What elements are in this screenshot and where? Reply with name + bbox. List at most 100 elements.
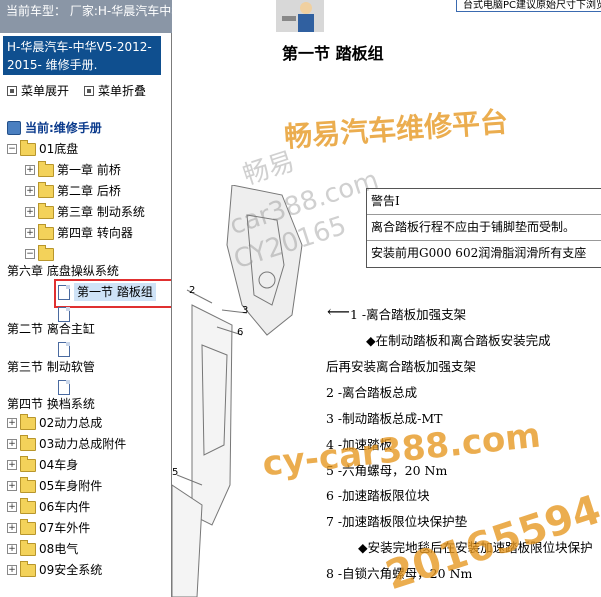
diagram-label-2: 2	[189, 285, 195, 296]
section-title: 第一节 踏板组	[282, 44, 384, 63]
tree-label: 第四节 换档系统	[7, 397, 95, 411]
collapse-label: 菜单折叠	[98, 84, 147, 98]
step-3: 3 -制动踏板总成-MT	[326, 411, 443, 426]
tree-item-04[interactable]: + 04车身	[7, 455, 79, 474]
expand-node-icon[interactable]: +	[25, 228, 35, 238]
top-banner: 台式电脑PC建议原始尺寸下浏览	[276, 0, 601, 32]
tree-label: 03动力总成附件	[39, 437, 127, 451]
tree-label: 01底盘	[39, 142, 79, 156]
collapse-node-icon[interactable]: −	[7, 144, 17, 154]
expand-node-icon[interactable]: +	[7, 418, 17, 428]
tree-label: 02动力总成	[39, 416, 103, 430]
step-2: 2 -离合踏板总成	[326, 385, 418, 400]
tree-label: 第三章 制动系统	[57, 205, 145, 219]
tree-item-03[interactable]: + 03动力总成附件	[7, 434, 127, 453]
back-arrow-icon[interactable]: ⟵	[327, 302, 350, 321]
tree-item-06[interactable]: + 06车内件	[7, 497, 91, 516]
diagram-label-3: 3	[242, 305, 248, 316]
warning-box: 警告I 离合踏板行程不应由于铺脚垫而受制。 安装前用G000 602润滑脂润滑所…	[366, 188, 601, 268]
expand-node-icon[interactable]: +	[7, 502, 17, 512]
tree-label: 第六章 底盘操纵系统	[7, 264, 119, 278]
expand-node-icon[interactable]: +	[7, 481, 17, 491]
step-1: 1 -离合踏板加强支架	[350, 307, 467, 322]
folder-icon	[20, 476, 36, 493]
watermark-platform: 畅易汽车维修平台	[283, 105, 509, 154]
expand-node-icon[interactable]: +	[25, 207, 35, 217]
mechanic-image	[276, 0, 324, 32]
tree-pane[interactable]: H-华晨汽车-中华V5-2012-2015- 维修手册. 菜单展开 菜单折叠 当…	[0, 33, 172, 597]
tree-item-08[interactable]: + 08电气	[7, 539, 79, 558]
tree-item-s2[interactable]: 第二节 离合主缸	[7, 320, 95, 338]
tree-label: 第二章 后桥	[57, 184, 121, 198]
tree-label: 05车身附件	[39, 479, 103, 493]
expand-menu-button[interactable]: 菜单展开	[7, 82, 69, 99]
document-icon	[58, 341, 70, 357]
step-7: 7 -加速踏板限位块保护垫	[326, 514, 468, 529]
tree-item-07[interactable]: + 07车外件	[7, 518, 91, 537]
tree-item-ch3[interactable]: + 第三章 制动系统	[25, 202, 145, 221]
banner-text: 台式电脑PC建议原始尺寸下浏览	[463, 0, 601, 11]
selection-highlight	[54, 279, 171, 308]
warning-line-1: 离合踏板行程不应由于铺脚垫而受制。	[367, 215, 601, 241]
collapse-icon	[84, 85, 94, 96]
warning-line-2: 安装前用G000 602润滑脂润滑所有支座	[371, 246, 587, 260]
tree-item-02[interactable]: + 02动力总成	[7, 413, 103, 432]
tree-item-doc[interactable]	[58, 340, 74, 358]
step-6: 6 -加速踏板限位块	[326, 488, 430, 503]
current-manual-label: 当前:维修手册	[25, 121, 102, 135]
folder-icon	[20, 560, 36, 577]
tree-label: 第一章 前桥	[57, 163, 121, 177]
step-1-continued: 后再安装离合踏板加强支架	[326, 359, 477, 374]
tree-item-s3[interactable]: 第三节 制动软管	[7, 358, 95, 376]
folder-icon	[20, 539, 36, 556]
tree-item-05[interactable]: + 05车身附件	[7, 476, 103, 495]
collapse-node-icon[interactable]: −	[25, 249, 35, 259]
expand-node-icon[interactable]: +	[25, 165, 35, 175]
collapse-menu-button[interactable]: 菜单折叠	[84, 82, 146, 99]
tree-item-s4[interactable]: 第四节 换档系统	[7, 395, 95, 413]
tree-label: 09安全系统	[39, 563, 103, 577]
folder-open-icon	[20, 139, 36, 156]
step-1-note: ◆在制动踏板和离合踏板安装完成	[366, 333, 551, 348]
tree-label: 06车内件	[39, 500, 91, 514]
tree-item-ch4[interactable]: + 第四章 转向器	[25, 223, 133, 242]
folder-icon	[20, 497, 36, 514]
tree-item-09[interactable]: + 09安全系统	[7, 560, 103, 579]
expand-node-icon[interactable]: +	[25, 186, 35, 196]
folder-icon	[38, 181, 54, 198]
tree-item-ch1[interactable]: + 第一章 前桥	[25, 160, 121, 179]
manual-title: H-华晨汽车-中华V5-2012-2015- 维修手册.	[3, 36, 161, 75]
diagram-label-6: 6	[237, 327, 243, 338]
expand-node-icon[interactable]: +	[7, 544, 17, 554]
expand-node-icon[interactable]: +	[7, 460, 17, 470]
folder-icon	[38, 202, 54, 219]
expand-label: 菜单展开	[21, 84, 70, 98]
tree-label: 04车身	[39, 458, 79, 472]
expand-node-icon[interactable]: +	[7, 523, 17, 533]
tree-label: 第三节 制动软管	[7, 360, 95, 374]
tree-label: 07车外件	[39, 521, 91, 535]
expand-icon	[7, 85, 17, 96]
book-icon	[7, 121, 21, 135]
tree-label: 第四章 转向器	[57, 226, 133, 240]
warning-title: 警告I	[367, 189, 601, 215]
expand-node-icon[interactable]: +	[7, 439, 17, 449]
folder-icon	[20, 455, 36, 472]
folder-icon	[20, 434, 36, 451]
expand-node-icon[interactable]: +	[7, 565, 17, 575]
tree-label: 08电气	[39, 542, 79, 556]
tree-item-chassis[interactable]: − 01底盘	[7, 139, 79, 158]
document-icon	[58, 379, 70, 395]
tree-item-ch6-toggle[interactable]: −	[25, 244, 57, 263]
current-manual[interactable]: 当前:维修手册	[7, 119, 102, 137]
tree-item-doc[interactable]	[58, 378, 74, 396]
folder-icon	[38, 160, 54, 177]
tree-item-ch2[interactable]: + 第二章 后桥	[25, 181, 121, 200]
folder-icon	[38, 223, 54, 240]
banner-box: 台式电脑PC建议原始尺寸下浏览	[456, 0, 601, 12]
diagram-label-5: 5	[172, 467, 178, 478]
tree-label: 第二节 离合主缸	[7, 322, 95, 336]
tree-item-ch6[interactable]: 第六章 底盘操纵系统	[7, 262, 119, 280]
folder-open-icon	[38, 244, 54, 261]
folder-icon	[20, 413, 36, 430]
